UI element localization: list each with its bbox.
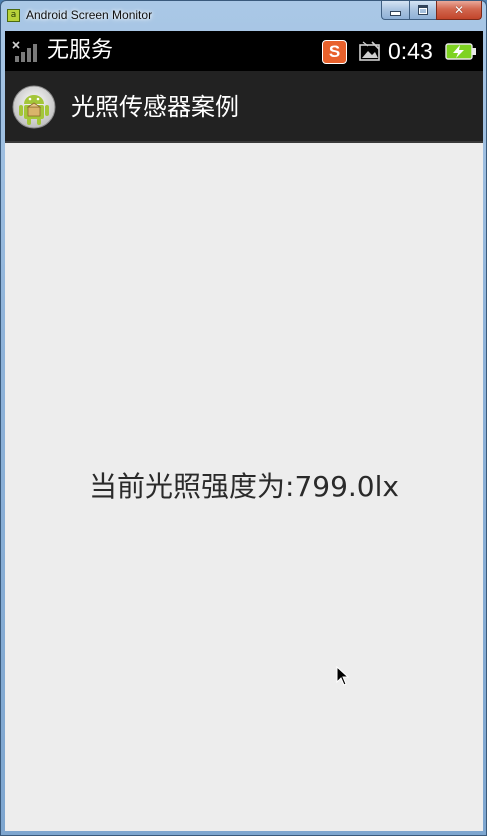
- activity-title: 光照传感器案例: [71, 93, 239, 121]
- screenshot-icon: [359, 41, 380, 61]
- app-icon: a: [7, 9, 20, 22]
- status-clock: 0:43: [388, 38, 433, 64]
- window-titlebar[interactable]: a Android Screen Monitor ✕: [1, 1, 486, 31]
- battery-charging-icon: [445, 43, 476, 60]
- signal-no-service-icon: [12, 41, 37, 62]
- minimize-button[interactable]: [381, 1, 409, 20]
- light-intensity-text: 当前光照强度为:799.0lx: [89, 470, 399, 503]
- sogou-input-icon: S: [322, 40, 347, 64]
- android-launcher-icon[interactable]: [12, 84, 56, 130]
- main-content: 当前光照强度为:799.0lx: [5, 143, 483, 831]
- window-controls: ✕: [381, 1, 482, 21]
- status-bar[interactable]: 无服务 S 0:43: [5, 31, 483, 71]
- maximize-icon: [418, 5, 428, 15]
- window-title: Android Screen Monitor: [26, 8, 153, 22]
- close-icon: ✕: [453, 3, 465, 17]
- carrier-label: 无服务: [47, 38, 114, 63]
- action-bar: 光照传感器案例: [5, 71, 483, 143]
- close-button[interactable]: ✕: [436, 1, 482, 20]
- minimize-icon: [390, 10, 401, 16]
- emulator-window: a Android Screen Monitor ✕ 无服务 S 0:43 光照…: [0, 0, 487, 836]
- mouse-cursor-icon: [336, 666, 350, 686]
- device-screen: 无服务 S 0:43 光照传感器案例 当前光照强度为:799.0lx: [5, 31, 483, 831]
- maximize-button[interactable]: [409, 1, 436, 20]
